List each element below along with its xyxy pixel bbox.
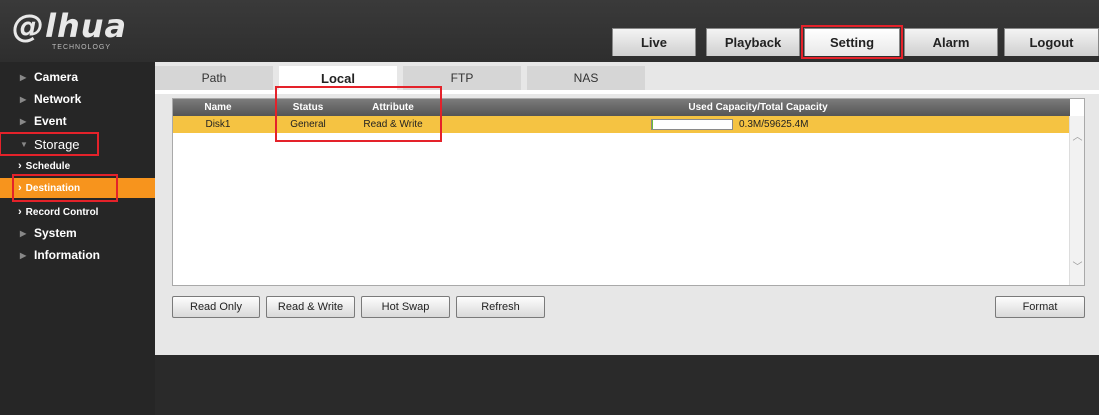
tab-underline-strip <box>155 90 1099 94</box>
disk-table: Name Status Attribute Used Capacity/Tota… <box>172 98 1085 286</box>
capacity-progress-bar <box>651 119 733 130</box>
table-row[interactable]: Disk1 General Read & Write 0.3M/59625.4M <box>173 116 1070 133</box>
nav-tab-alarm[interactable]: Alarm <box>904 28 998 56</box>
sidebar-item-label: Network <box>34 92 82 106</box>
sidebar-item-label: System <box>34 226 77 240</box>
nav-tab-setting[interactable]: Setting <box>801 25 903 59</box>
cell-disk-capacity: 0.3M/59625.4M <box>739 119 809 130</box>
triangle-right-icon: ▶ <box>20 94 27 104</box>
table-scrollbar[interactable]: ︿ ﹀ <box>1069 116 1084 285</box>
read-only-button[interactable]: Read Only <box>172 296 260 318</box>
triangle-right-icon: ▶ <box>20 116 27 126</box>
column-header-attribute: Attribute <box>372 102 414 113</box>
sidebar-subitem-schedule[interactable]: › Schedule <box>0 156 155 176</box>
triangle-right-icon: ▶ <box>20 72 27 82</box>
sidebar-item-system[interactable]: ▶ System <box>0 222 155 244</box>
tab-nas[interactable]: NAS <box>527 66 645 90</box>
brand-logo: @lhua TECHNOLOGY <box>12 8 142 58</box>
nav-tab-playback[interactable]: Playback <box>706 28 800 56</box>
nav-tab-live[interactable]: Live <box>612 28 696 56</box>
sidebar-subitem-record-control[interactable]: › Record Control <box>0 202 155 222</box>
chevron-down-icon[interactable]: ﹀ <box>1070 258 1085 273</box>
triangle-right-icon: ▶ <box>20 228 27 238</box>
highlight-destination-box <box>12 174 118 202</box>
sidebar-item-label: Information <box>34 248 100 262</box>
capacity-progress-fill <box>652 120 653 129</box>
header-bar: @lhua TECHNOLOGY Live Playback Setting A… <box>0 0 1099 62</box>
chevron-up-icon[interactable]: ︿ <box>1070 128 1085 143</box>
table-header: Name Status Attribute Used Capacity/Tota… <box>173 99 1070 116</box>
refresh-button[interactable]: Refresh <box>456 296 545 318</box>
sidebar-item-event[interactable]: ▶ Event <box>0 110 155 132</box>
cell-disk-name: Disk1 <box>205 119 231 130</box>
sidebar-item-label: Event <box>34 114 67 128</box>
triangle-right-icon: ▶ <box>20 250 27 260</box>
sidebar-item-label: Camera <box>34 70 79 84</box>
nav-tab-logout[interactable]: Logout <box>1004 28 1099 56</box>
read-write-button[interactable]: Read & Write <box>266 296 355 318</box>
format-button[interactable]: Format <box>995 296 1085 318</box>
column-header-name: Name <box>204 102 232 113</box>
tab-ftp[interactable]: FTP <box>403 66 521 90</box>
sidebar: ▶ Camera ▶ Network ▶ Event ▼ Storage › S… <box>0 62 155 415</box>
column-header-status: Status <box>292 102 324 113</box>
sidebar-item-information[interactable]: ▶ Information <box>0 244 155 266</box>
hot-swap-button[interactable]: Hot Swap <box>361 296 450 318</box>
chevron-right-icon: › <box>18 160 22 172</box>
cell-disk-attribute: Read & Write <box>363 119 423 130</box>
sidebar-subitem-label: Record Control <box>25 206 99 218</box>
brand-logo-wordmark: @lhua <box>12 7 128 45</box>
footer-band <box>155 355 1099 415</box>
column-header-capacity: Used Capacity/Total Capacity <box>688 102 828 113</box>
sidebar-subitem-label: Schedule <box>25 160 71 172</box>
sidebar-item-network[interactable]: ▶ Network <box>0 88 155 110</box>
sidebar-item-label: Storage <box>34 136 80 152</box>
brand-logo-tagline: TECHNOLOGY <box>52 44 112 51</box>
chevron-right-icon: › <box>18 206 22 218</box>
triangle-down-icon: ▼ <box>20 139 28 149</box>
cell-disk-status: General <box>290 119 326 130</box>
tab-local[interactable]: Local <box>279 66 397 90</box>
sidebar-item-storage[interactable]: ▼ Storage <box>0 132 99 156</box>
sidebar-item-camera[interactable]: ▶ Camera <box>0 66 155 88</box>
tab-path[interactable]: Path <box>155 66 273 90</box>
